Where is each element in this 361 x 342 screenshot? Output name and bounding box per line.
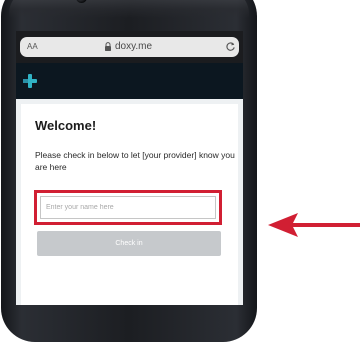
checkin-card: Welcome! Please check in below to let [y… bbox=[21, 104, 238, 305]
phone-frame: AA doxy.me Welcome! Please check in belo… bbox=[1, 0, 257, 342]
welcome-heading: Welcome! bbox=[35, 118, 97, 133]
checkin-instructions: Please check in below to let [your provi… bbox=[35, 150, 235, 172]
address-bar[interactable]: AA doxy.me bbox=[20, 37, 239, 57]
page-content: Welcome! Please check in below to let [y… bbox=[16, 99, 243, 305]
reload-icon[interactable] bbox=[225, 41, 236, 52]
check-in-button[interactable]: Check in bbox=[37, 231, 221, 256]
lock-icon bbox=[105, 42, 111, 51]
phone-screen: AA doxy.me Welcome! Please check in belo… bbox=[16, 31, 243, 305]
browser-toolbar: AA doxy.me bbox=[16, 31, 243, 63]
url-text: doxy.me bbox=[115, 41, 153, 52]
text-size-button[interactable]: AA bbox=[27, 42, 38, 51]
phone-bezel bbox=[9, 0, 249, 18]
app-header bbox=[16, 63, 243, 99]
left-arrow-icon bbox=[268, 213, 360, 237]
name-input[interactable] bbox=[40, 196, 216, 219]
name-field-highlight bbox=[34, 190, 222, 225]
doxy-plus-logo-icon[interactable] bbox=[23, 74, 37, 88]
